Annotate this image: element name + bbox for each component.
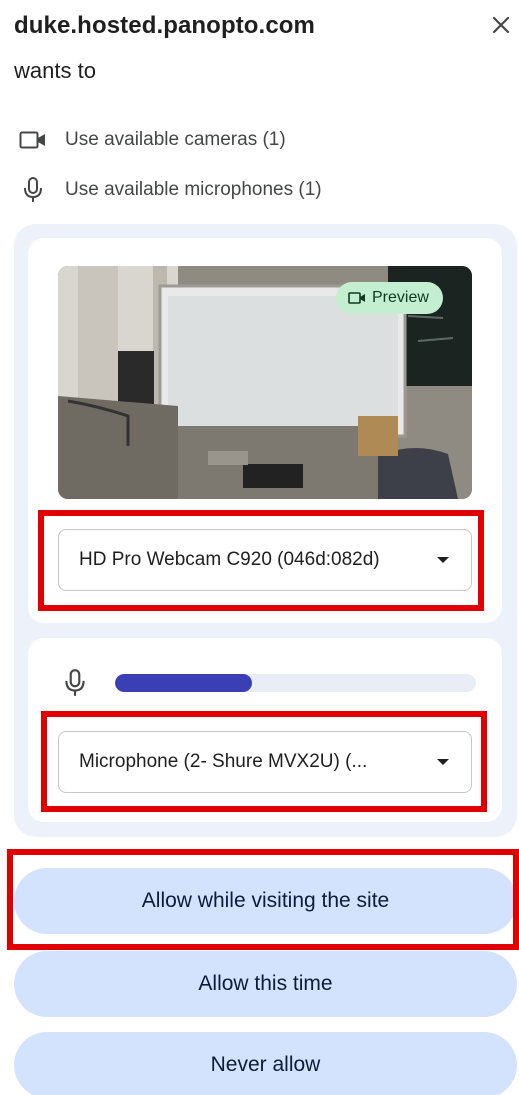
prompt-subtitle: wants to — [14, 58, 96, 83]
preview-label: Preview — [372, 289, 429, 306]
permission-microphone-label: Use available microphones (1) — [65, 179, 322, 200]
preview-badge: Preview — [336, 282, 443, 314]
dropdown-arrow-icon — [437, 759, 449, 765]
close-icon — [492, 16, 510, 34]
camera-select[interactable]: HD Pro Webcam C920 (046d:082d) — [58, 529, 472, 591]
microphone-card — [28, 638, 502, 822]
permission-camera: Use available cameras (1) — [18, 127, 286, 153]
camera-select-value: HD Pro Webcam C920 (046d:082d) — [79, 549, 380, 570]
allow-while-visiting-button[interactable]: Allow while visiting the site — [14, 868, 517, 934]
close-button[interactable] — [484, 8, 518, 42]
mic-level-fill — [115, 674, 253, 692]
mic-icon — [18, 177, 48, 203]
microphone-select-value: Microphone (2- Shure MVX2U) (... — [79, 751, 368, 772]
videocam-icon — [348, 291, 366, 305]
never-allow-button[interactable]: Never allow — [14, 1032, 517, 1095]
videocam-icon — [18, 127, 48, 153]
permission-microphone: Use available microphones (1) — [18, 177, 322, 203]
allow-this-time-button[interactable]: Allow this time — [14, 951, 517, 1017]
dropdown-arrow-icon — [437, 557, 449, 563]
permission-camera-label: Use available cameras (1) — [65, 129, 286, 150]
site-origin: duke.hosted.panopto.com — [14, 12, 315, 39]
mic-icon — [62, 668, 88, 698]
permission-prompt: duke.hosted.panopto.com wants to Use ava… — [0, 0, 519, 1095]
mic-level-meter — [115, 674, 476, 692]
microphone-select[interactable]: Microphone (2- Shure MVX2U) (... — [58, 731, 472, 793]
